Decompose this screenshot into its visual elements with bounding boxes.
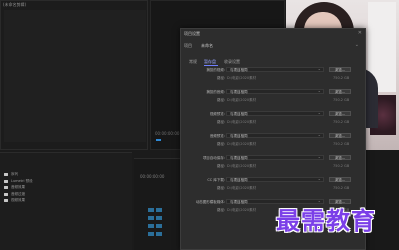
field-label: 项目自动保存: xyxy=(202,156,225,160)
scratch-field-video-previews: 视频预览: 与项目相同 ⌄ 浏览... 路径: D:\电影\2020素材 750.… xyxy=(181,111,367,134)
project-item-label: 序列 xyxy=(11,172,18,176)
chevron-down-icon: ⌄ xyxy=(317,154,321,159)
field-path: D:\电影\2020素材 xyxy=(227,76,257,80)
field-path-label: 路径: xyxy=(217,208,226,212)
field-path-label: 路径: xyxy=(217,76,226,80)
field-path-label: 路径: xyxy=(217,120,226,124)
project-item-label: 音频效果 xyxy=(11,185,25,189)
field-path: D:\电影\2020素材 xyxy=(227,208,257,212)
scratch-field-cc-libraries: CC 库下载: 与项目相同 ⌄ 浏览... 路径: D:\电影\2020素材 75… xyxy=(181,177,367,200)
source-monitor-panel: (未命名剪辑) xyxy=(0,0,148,150)
project-item[interactable]: 音频效果 xyxy=(4,185,33,190)
field-label: 音频预览: xyxy=(209,134,225,138)
field-select-value: 与项目相同 xyxy=(230,68,248,72)
folder-icon xyxy=(4,199,8,202)
track-toggle-button[interactable] xyxy=(156,224,162,228)
timeline-timecode[interactable]: 00:00:00:00 xyxy=(140,174,164,179)
field-path-label: 路径: xyxy=(217,164,226,168)
browse-button[interactable]: 浏览... xyxy=(329,111,351,116)
chevron-down-icon: ⌄ xyxy=(317,88,321,93)
browse-button[interactable]: 浏览... xyxy=(329,177,351,182)
field-select-value: 与项目相同 xyxy=(230,178,248,182)
folder-icon xyxy=(4,186,8,189)
field-path-label: 路径: xyxy=(217,142,226,146)
project-item[interactable]: 音频过渡 xyxy=(4,192,33,197)
active-tab-indicator xyxy=(204,65,218,66)
field-path: D:\电影\2020素材 xyxy=(227,142,257,146)
dialog-project-label: 项目 xyxy=(184,43,192,48)
brand-watermark: 最需教育 xyxy=(276,207,376,235)
program-timecode[interactable]: 00:00:00:00 xyxy=(155,131,179,136)
chevron-down-icon: ⌄ xyxy=(317,176,321,181)
field-label: 捕捉的视频: xyxy=(206,68,225,72)
track-toggle-button[interactable] xyxy=(148,208,154,212)
field-select[interactable]: 与项目相同 ⌄ xyxy=(226,133,324,138)
folder-icon xyxy=(4,192,8,196)
field-select-value: 与项目相同 xyxy=(230,134,248,138)
field-path: D:\电影\2020素材 xyxy=(227,164,257,168)
tab-ingest-settings[interactable]: 收录设置 xyxy=(224,59,240,65)
field-path: D:\电影\2020素材 xyxy=(227,98,257,102)
project-item[interactable]: Lumetri 预设 xyxy=(4,179,33,184)
field-select-value: 与项目相同 xyxy=(230,156,248,160)
field-select[interactable]: 与项目相同 ⌄ xyxy=(226,67,324,72)
folder-icon xyxy=(4,179,8,183)
source-monitor-viewport xyxy=(4,10,146,142)
chevron-down-icon: ⌄ xyxy=(317,66,321,71)
scratch-field-captured-video: 捕捉的视频: 与项目相同 ⌄ 浏览... 路径: D:\电影\2020素材 750… xyxy=(181,67,367,90)
track-header-area xyxy=(134,198,174,248)
field-path: D:\电影\2020素材 xyxy=(227,186,257,190)
field-free-space: 750.2 GB xyxy=(333,120,350,124)
field-select-value: 与项目相同 xyxy=(230,90,248,94)
field-label: 动态图形模板媒体: xyxy=(195,200,225,204)
project-item-label: 音频过渡 xyxy=(11,191,25,196)
field-free-space: 750.2 GB xyxy=(333,164,350,168)
track-toggle-button[interactable] xyxy=(148,232,154,236)
field-free-space: 750.2 GB xyxy=(333,186,350,190)
track-toggle-button[interactable] xyxy=(156,232,162,236)
folder-icon xyxy=(4,173,8,176)
project-item[interactable]: 视频效果 xyxy=(4,198,33,203)
track-toggle-button[interactable] xyxy=(156,208,162,212)
scratch-field-captured-audio: 捕捉的音频: 与项目相同 ⌄ 浏览... 路径: D:\电影\2020素材 750… xyxy=(181,89,367,112)
dialog-title: 项目设置 xyxy=(184,31,200,36)
track-toggle-button[interactable] xyxy=(148,216,154,220)
field-select-value: 与项目相同 xyxy=(230,200,248,204)
chevron-down-icon[interactable]: ⌄ xyxy=(355,42,359,48)
field-free-space: 750.2 GB xyxy=(333,76,350,80)
project-item-label: Lumetri 预设 xyxy=(11,178,33,183)
dialog-side-label[interactable]: 常规 xyxy=(189,59,197,65)
chevron-down-icon: ⌄ xyxy=(317,132,321,137)
source-monitor-tab[interactable]: (未命名剪辑) xyxy=(3,2,26,8)
chevron-down-icon: ⌄ xyxy=(317,110,321,115)
browse-button[interactable]: 浏览... xyxy=(329,67,351,72)
field-free-space: 750.2 GB xyxy=(333,142,350,146)
field-select[interactable]: 与项目相同 ⌄ xyxy=(226,111,324,116)
field-label: 捕捉的音频: xyxy=(206,90,225,94)
browse-button[interactable]: 浏览... xyxy=(329,89,351,94)
field-label: 视频预览: xyxy=(209,112,225,116)
field-path-label: 路径: xyxy=(217,98,226,102)
field-label: CC 库下载: xyxy=(207,178,225,182)
browse-button[interactable]: 浏览... xyxy=(329,133,351,138)
scratch-field-project-autosave: 项目自动保存: 与项目相同 ⌄ 浏览... 路径: D:\电影\2020素材 75… xyxy=(181,155,367,178)
field-select-value: 与项目相同 xyxy=(230,112,248,116)
program-playhead-icon[interactable] xyxy=(156,139,161,141)
field-select[interactable]: 与项目相同 ⌄ xyxy=(226,89,324,94)
field-select[interactable]: 与项目相同 ⌄ xyxy=(226,177,324,182)
scratch-field-audio-previews: 音频预览: 与项目相同 ⌄ 浏览... 路径: D:\电影\2020素材 750.… xyxy=(181,133,367,156)
project-item-list: 序列 Lumetri 预设 音频效果 音频过渡 视频效果 xyxy=(4,172,33,205)
field-select[interactable]: 与项目相同 ⌄ xyxy=(226,155,324,160)
field-path-label: 路径: xyxy=(217,186,226,190)
browse-button[interactable]: 浏览... xyxy=(329,155,351,160)
track-toggle-button[interactable] xyxy=(148,224,154,228)
close-icon[interactable]: ✕ xyxy=(358,30,362,36)
field-path: D:\电影\2020素材 xyxy=(227,120,257,124)
dialog-project-value: 未命名 xyxy=(201,43,213,48)
project-item[interactable]: 序列 xyxy=(4,172,33,177)
field-free-space: 750.2 GB xyxy=(333,98,350,102)
track-toggle-button[interactable] xyxy=(156,216,162,220)
project-item-label: 视频效果 xyxy=(11,198,25,202)
